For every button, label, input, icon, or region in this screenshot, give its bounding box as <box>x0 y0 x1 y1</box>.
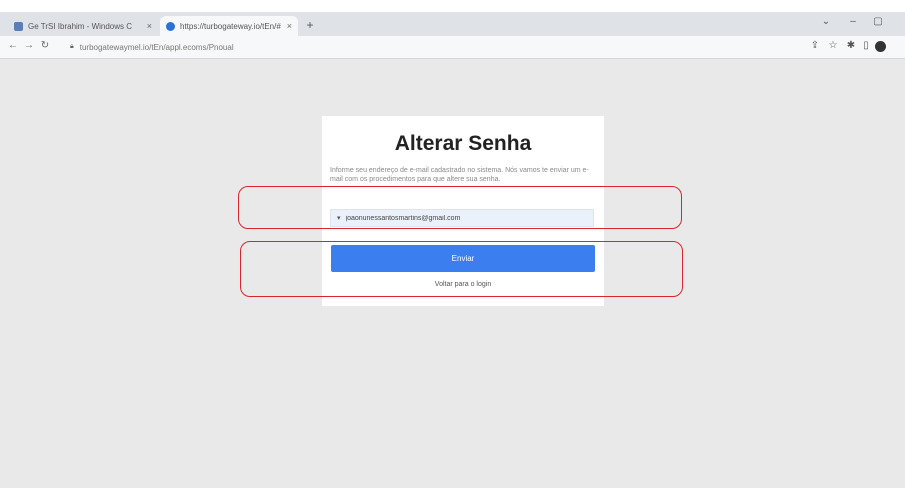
new-tab-button[interactable]: + <box>302 17 318 33</box>
tab-favicon-icon <box>166 21 175 31</box>
page-title: Alterar Senha <box>394 132 532 155</box>
tab-title: https://turbogateway.io/tEn/# <box>180 21 281 31</box>
address-bar[interactable]: 🔒︎ turbogatewaymel.io/tEn/appl.ecoms/Pno… <box>70 39 790 55</box>
instructions-text: Informe seu endereço de e-mail cadastrad… <box>330 167 589 183</box>
url-text: turbogatewaymel.io/tEn/appl.ecoms/Pnoual <box>79 42 234 52</box>
share-icon[interactable]: ⇪ <box>808 40 822 51</box>
reload-button[interactable]: ↻ <box>38 40 52 51</box>
tab-ibrahim[interactable]: Ge TrSI Ibrahim - Windows C × <box>8 16 158 36</box>
sidebar-icon[interactable]: ▯ <box>859 40 873 51</box>
browser-toolbar: ← → ↻ 🔒︎ turbogatewaymel.io/tEn/appl.eco… <box>0 36 905 59</box>
tab-turbogateway[interactable]: https://turbogateway.io/tEn/# × <box>160 16 298 36</box>
lock-icon: 🔒︎ <box>70 43 74 50</box>
highlight-send-button <box>240 241 683 297</box>
minimize-button[interactable]: – <box>845 16 861 27</box>
tab-title: Ge TrSI Ibrahim - Windows C <box>28 21 133 31</box>
close-icon[interactable]: × <box>147 21 152 31</box>
chevron-down-icon[interactable]: ⌄ <box>818 16 834 27</box>
tab-bar: Ge TrSI Ibrahim - Windows C × https://tu… <box>0 12 905 36</box>
close-icon[interactable]: × <box>287 21 292 31</box>
forward-button[interactable]: → <box>22 40 36 51</box>
tab-favicon-icon <box>14 21 23 31</box>
highlight-email-field <box>238 186 682 229</box>
profile-icon[interactable] <box>875 41 886 52</box>
back-button[interactable]: ← <box>6 40 20 51</box>
star-icon[interactable]: ☆ <box>826 40 840 51</box>
maximize-button[interactable]: ▢ <box>870 16 886 27</box>
extension-icon[interactable]: ✱ <box>844 40 858 51</box>
